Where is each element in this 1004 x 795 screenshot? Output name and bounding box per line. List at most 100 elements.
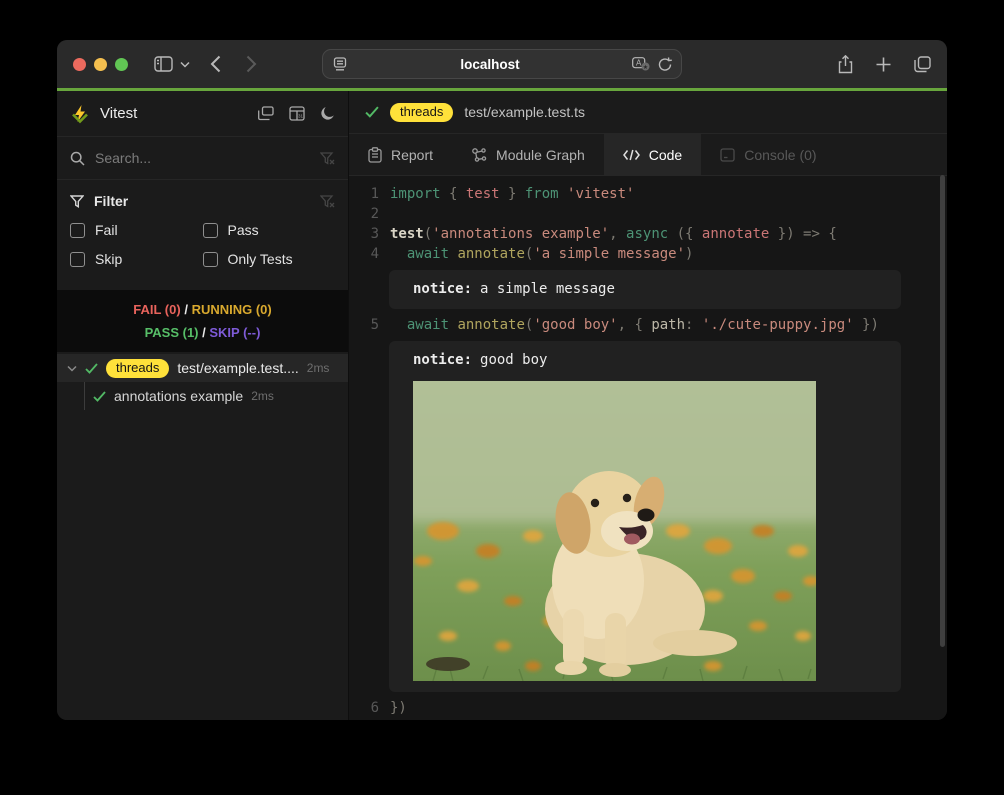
pool-badge: threads xyxy=(106,359,169,378)
tab-bar: Report Module Graph Code Console (0) xyxy=(349,134,947,176)
chevron-down-icon[interactable] xyxy=(180,61,190,68)
clear-filter-icon[interactable] xyxy=(320,195,335,208)
clipboard-icon xyxy=(368,147,382,163)
translate-icon[interactable]: A★ xyxy=(632,57,650,71)
open-file-name: test/example.test.ts xyxy=(464,104,585,120)
tab-console[interactable]: Console (0) xyxy=(701,134,835,175)
console-icon xyxy=(720,148,735,162)
code-line: 3 test('annotations example', async ({ an… xyxy=(359,224,947,244)
search-input[interactable] xyxy=(95,150,310,166)
tab-code[interactable]: Code xyxy=(604,134,701,175)
line-number: 3 xyxy=(359,224,379,244)
code-text: test('annotations example', async ({ ann… xyxy=(390,224,837,244)
sidebar-header: Vitest 31 xyxy=(57,91,348,137)
code-text: import { test } from 'vitest' xyxy=(390,184,634,204)
pass-count: PASS (1) xyxy=(145,325,199,340)
filter-icon xyxy=(70,195,84,208)
code-text: }) xyxy=(390,698,407,718)
test-duration: 2ms xyxy=(307,361,330,375)
dashboard-icon[interactable]: 31 xyxy=(289,106,305,121)
browser-toolbar: localhost A★ xyxy=(57,40,947,88)
code-line: 5 await annotate('good boy', { path: './… xyxy=(359,315,947,335)
notice-message: good boy xyxy=(480,352,547,368)
minimize-window-button[interactable] xyxy=(94,58,107,71)
windows-icon[interactable] xyxy=(258,106,274,121)
new-tab-icon[interactable] xyxy=(876,57,891,72)
zoom-window-button[interactable] xyxy=(115,58,128,71)
tree-guide-line xyxy=(84,382,85,410)
file-header: threads test/example.test.ts xyxy=(349,91,947,134)
code-icon xyxy=(623,149,640,161)
browser-window: localhost A★ xyxy=(57,40,947,720)
annotation-notice: notice: a simple message xyxy=(389,270,901,309)
code-line: 1 import { test } from 'vitest' xyxy=(359,184,947,204)
checkbox-icon xyxy=(70,252,85,267)
code-line: 2 xyxy=(359,204,947,224)
status-line-1: FAIL (0) / RUNNING (0) xyxy=(57,298,348,321)
skip-count: SKIP (--) xyxy=(209,325,260,340)
dark-mode-icon[interactable] xyxy=(320,106,335,121)
test-duration: 2ms xyxy=(251,389,274,403)
filter-checkbox-fail[interactable]: Fail xyxy=(70,222,203,238)
page-settings-icon[interactable] xyxy=(332,57,348,71)
pass-check-icon xyxy=(365,106,379,118)
reload-icon[interactable] xyxy=(658,57,672,72)
module-graph-icon xyxy=(471,147,487,163)
forward-icon[interactable] xyxy=(246,55,257,73)
close-window-button[interactable] xyxy=(73,58,86,71)
test-file-row[interactable]: threads test/example.test.... 2ms xyxy=(57,354,348,382)
tab-overview-icon[interactable] xyxy=(914,56,931,73)
annotation-notice: notice: good boy xyxy=(389,341,901,692)
code-text: await annotate('good boy', { path: './cu… xyxy=(390,315,879,335)
code-line: 6}) xyxy=(359,698,947,718)
pass-check-icon xyxy=(93,391,106,402)
checkbox-icon xyxy=(203,252,218,267)
line-number: 1 xyxy=(359,184,379,204)
main-panel: threads test/example.test.ts Report Modu… xyxy=(349,91,947,720)
tab-report[interactable]: Report xyxy=(349,134,452,175)
status-line-2: PASS (1) / SKIP (--) xyxy=(57,321,348,344)
clear-search-filter-icon[interactable] xyxy=(320,152,335,165)
puppy-image xyxy=(413,381,816,681)
code-line: 4 await annotate('a simple message') xyxy=(359,244,947,264)
back-icon[interactable] xyxy=(210,55,221,73)
filter-checkbox-pass[interactable]: Pass xyxy=(203,222,336,238)
tab-module-graph[interactable]: Module Graph xyxy=(452,134,604,175)
pass-check-icon xyxy=(85,363,98,374)
vitest-logo-icon xyxy=(70,104,90,124)
address-bar[interactable]: localhost A★ xyxy=(322,49,682,79)
checkbox-icon xyxy=(70,223,85,238)
test-case-name: annotations example xyxy=(114,388,243,404)
sidebar: Vitest 31 xyxy=(57,91,349,720)
svg-text:31: 31 xyxy=(298,114,304,119)
filter-checkbox-only-tests[interactable]: Only Tests xyxy=(203,251,336,267)
fail-count: FAIL (0) xyxy=(133,302,180,317)
tree-chevron-icon[interactable] xyxy=(67,365,77,372)
checkbox-icon xyxy=(203,223,218,238)
notice-label: notice: xyxy=(413,281,472,297)
filter-checkbox-skip[interactable]: Skip xyxy=(70,251,203,267)
line-number: 6 xyxy=(359,698,379,718)
filter-title: Filter xyxy=(94,193,128,209)
share-icon[interactable] xyxy=(838,55,853,74)
test-status-summary: FAIL (0) / RUNNING (0) PASS (1) / SKIP (… xyxy=(57,290,348,352)
address-text: localhost xyxy=(348,57,632,72)
desktop-background: localhost A★ xyxy=(0,0,1004,795)
pool-badge: threads xyxy=(390,103,453,122)
test-case-row[interactable]: annotations example 2ms xyxy=(57,382,348,410)
test-file-name: test/example.test.... xyxy=(177,360,298,376)
traffic-lights xyxy=(73,58,128,71)
search-row xyxy=(57,137,348,180)
notice-message: a simple message xyxy=(480,281,615,297)
scrollbar-thumb[interactable] xyxy=(940,175,945,647)
sidebar-toggle-icon[interactable] xyxy=(154,56,173,72)
search-icon xyxy=(70,151,85,166)
line-number: 4 xyxy=(359,244,379,264)
app-title: Vitest xyxy=(100,105,137,122)
code-area[interactable]: 1 import { test } from 'vitest' 23 test('an… xyxy=(349,176,947,720)
running-count: RUNNING (0) xyxy=(192,302,272,317)
filter-section: Filter Fail Pass xyxy=(57,180,348,281)
filter-options: Fail Pass Skip Only Tests xyxy=(70,222,335,267)
line-number: 2 xyxy=(359,204,379,224)
notice-label: notice: xyxy=(413,352,472,368)
